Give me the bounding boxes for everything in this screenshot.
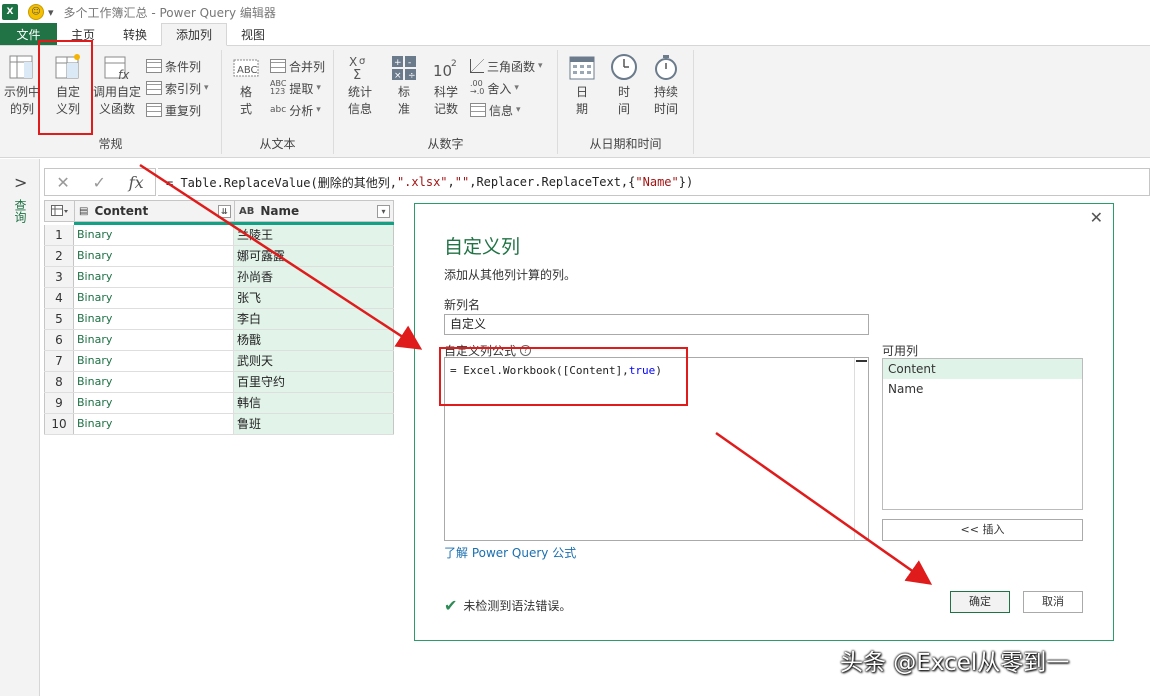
- annotation-arrows: [139, 163, 933, 585]
- arrow-to-formula: [139, 163, 423, 350]
- arrow-to-ok: [715, 431, 933, 585]
- watermark: 头条 @Excel从零到一: [840, 650, 1070, 676]
